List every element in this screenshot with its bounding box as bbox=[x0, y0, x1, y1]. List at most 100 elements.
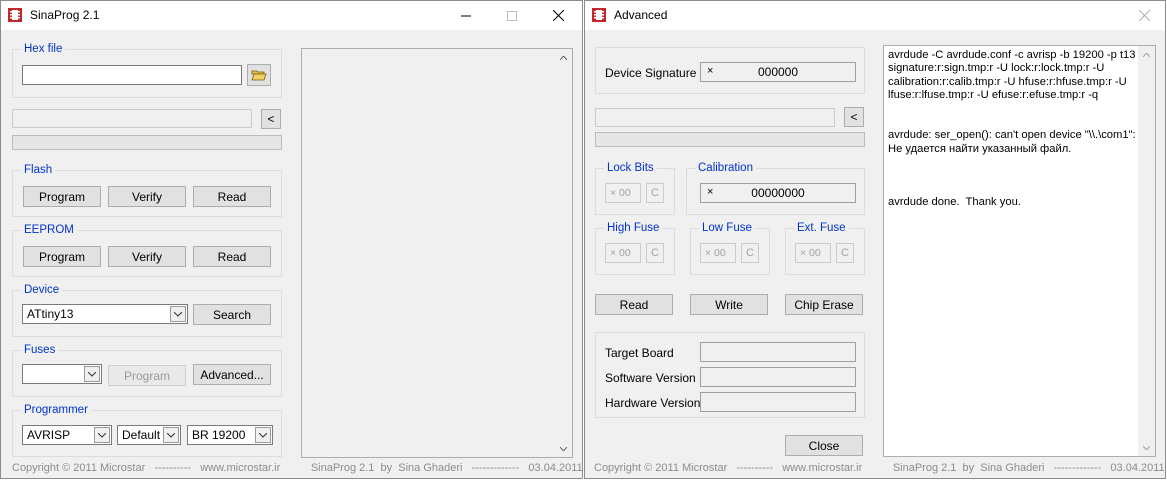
maximize-icon bbox=[507, 10, 517, 21]
browse-button[interactable] bbox=[247, 64, 271, 86]
low-fuse-label: Low Fuse bbox=[699, 221, 755, 235]
flash-program-button[interactable]: Program bbox=[23, 186, 101, 207]
flash-group: Flash Program Verify Read bbox=[12, 163, 282, 217]
hex-file-group: Hex file bbox=[12, 42, 282, 98]
lock-bits-group: Lock Bits × 00 C bbox=[595, 161, 675, 215]
hex-file-input[interactable] bbox=[22, 65, 242, 85]
close-button[interactable]: Close bbox=[785, 435, 863, 456]
device-signature-field: × 000000 bbox=[700, 62, 856, 82]
advanced-footer: Copyright © 2011 Microstar ---------- ww… bbox=[594, 462, 1165, 474]
device-select[interactable]: ATtiny13 bbox=[22, 304, 188, 324]
lock-bits-field: × 00 bbox=[605, 183, 641, 203]
minimize-icon bbox=[461, 15, 471, 16]
advanced-log-panel[interactable]: avrdude -C avrdude.conf -c avrisp -b 192… bbox=[883, 45, 1156, 457]
high-fuse-c-button[interactable]: C bbox=[646, 243, 664, 263]
target-board-label: Target Board bbox=[605, 346, 674, 360]
fuses-label: Fuses bbox=[21, 343, 59, 357]
collapse-button[interactable]: < bbox=[261, 109, 281, 129]
fuses-select[interactable] bbox=[22, 364, 102, 384]
eeprom-group: EEPROM Program Verify Read bbox=[12, 223, 282, 277]
status-field bbox=[12, 109, 252, 128]
programmer-label: Programmer bbox=[21, 403, 91, 417]
target-board-field bbox=[700, 342, 856, 362]
maximize-button[interactable] bbox=[489, 1, 535, 30]
minimize-button[interactable] bbox=[443, 1, 489, 30]
advanced-window: Advanced Device Signature × 000000 < Loc… bbox=[584, 0, 1166, 479]
device-signature-label: Device Signature bbox=[605, 66, 697, 80]
main-log-panel[interactable] bbox=[301, 48, 573, 458]
adv-status-field bbox=[595, 108, 835, 127]
advanced-button[interactable]: Advanced... bbox=[193, 364, 271, 385]
scroll-up-icon[interactable] bbox=[1138, 46, 1155, 63]
advanced-window-title: Advanced bbox=[614, 8, 668, 22]
low-fuse-field: × 00 bbox=[700, 243, 736, 263]
low-fuse-group: Low Fuse × 00 C bbox=[690, 221, 770, 275]
hardware-version-field bbox=[700, 392, 856, 412]
folder-open-icon bbox=[251, 70, 267, 81]
close-window-button[interactable] bbox=[535, 1, 581, 30]
adv-progress-bar bbox=[595, 132, 865, 147]
ext-fuse-label: Ext. Fuse bbox=[794, 221, 849, 235]
high-fuse-group: High Fuse × 00 C bbox=[595, 221, 675, 275]
programmer-group: Programmer AVRISP Default BR 19200 bbox=[12, 403, 282, 457]
close-icon bbox=[1138, 10, 1150, 21]
main-window-title: SinaProg 2.1 bbox=[30, 8, 100, 22]
ext-fuse-field: × 00 bbox=[795, 243, 831, 263]
eeprom-program-button[interactable]: Program bbox=[23, 246, 101, 267]
scroll-down-icon[interactable] bbox=[1138, 439, 1155, 456]
board-info-group: Target Board Software Version Hardware V… bbox=[595, 332, 865, 418]
software-version-label: Software Version bbox=[605, 371, 696, 385]
chevron-down-icon bbox=[84, 366, 100, 382]
advanced-titlebar[interactable]: Advanced bbox=[585, 1, 1165, 30]
software-version-field bbox=[700, 367, 856, 387]
scroll-up-icon[interactable] bbox=[555, 49, 572, 66]
chevron-down-icon bbox=[94, 427, 110, 443]
signature-value: 000000 bbox=[757, 65, 799, 79]
main-footer: Copyright © 2011 Microstar ---------- ww… bbox=[12, 462, 583, 474]
programmer-baud-select[interactable]: BR 19200 bbox=[187, 425, 273, 445]
calibration-group: Calibration × 00000000 bbox=[686, 161, 865, 215]
close-icon bbox=[552, 10, 564, 21]
programmer-port-select[interactable]: Default bbox=[117, 425, 181, 445]
calibration-label: Calibration bbox=[695, 161, 756, 175]
chip-erase-button[interactable]: Chip Erase bbox=[785, 294, 863, 315]
chip-icon bbox=[592, 8, 606, 22]
read-button[interactable]: Read bbox=[595, 294, 673, 315]
programmer-type-select[interactable]: AVRISP bbox=[22, 425, 112, 445]
scroll-down-icon[interactable] bbox=[555, 440, 572, 457]
chip-icon bbox=[8, 8, 22, 22]
write-button[interactable]: Write bbox=[690, 294, 768, 315]
eeprom-read-button[interactable]: Read bbox=[193, 246, 271, 267]
device-signature-group: Device Signature × 000000 bbox=[595, 47, 865, 94]
lock-bits-c-button[interactable]: C bbox=[646, 183, 664, 203]
eeprom-label: EEPROM bbox=[21, 223, 77, 237]
device-label: Device bbox=[21, 283, 63, 297]
advanced-close-window-button[interactable] bbox=[1121, 1, 1167, 30]
flash-label: Flash bbox=[21, 163, 56, 177]
high-fuse-field: × 00 bbox=[605, 243, 641, 263]
main-titlebar[interactable]: SinaProg 2.1 bbox=[1, 1, 582, 30]
chevron-down-icon bbox=[163, 427, 179, 443]
eeprom-verify-button[interactable]: Verify bbox=[108, 246, 186, 267]
progress-bar bbox=[12, 135, 282, 150]
device-group: Device ATtiny13 Search bbox=[12, 283, 282, 337]
fuses-group: Fuses Program Advanced... bbox=[12, 343, 282, 397]
fuses-program-button[interactable]: Program bbox=[108, 365, 186, 386]
adv-collapse-button[interactable]: < bbox=[844, 107, 864, 127]
ext-fuse-c-button[interactable]: C bbox=[836, 243, 854, 263]
flash-read-button[interactable]: Read bbox=[193, 186, 271, 207]
hardware-version-label: Hardware Version bbox=[605, 396, 701, 410]
lock-bits-label: Lock Bits bbox=[604, 161, 657, 175]
calibration-value: 00000000 bbox=[751, 186, 805, 200]
advanced-log-scrollbar[interactable] bbox=[1138, 46, 1155, 456]
chevron-down-icon bbox=[170, 306, 186, 322]
main-window: SinaProg 2.1 Hex file < Flash Program Ve… bbox=[0, 0, 583, 479]
log-text: avrdude -C avrdude.conf -c avrisp -b 192… bbox=[888, 49, 1150, 209]
hex-file-label: Hex file bbox=[21, 42, 66, 56]
calibration-field: × 00000000 bbox=[700, 183, 856, 203]
flash-verify-button[interactable]: Verify bbox=[108, 186, 186, 207]
chevron-down-icon bbox=[255, 427, 271, 443]
low-fuse-c-button[interactable]: C bbox=[741, 243, 759, 263]
search-button[interactable]: Search bbox=[193, 304, 271, 325]
main-log-scrollbar[interactable] bbox=[555, 49, 572, 457]
